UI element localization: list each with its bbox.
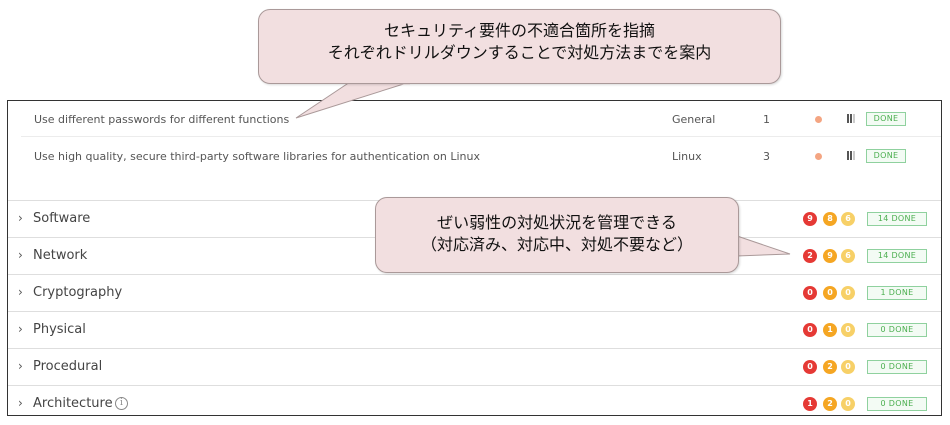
medium-count-badge: 0 (841, 397, 855, 411)
high-count-badge: 9 (823, 249, 837, 263)
category-row-cryptography[interactable]: › Cryptography 0 0 0 1 DONE (8, 274, 941, 311)
requirement-text: Use high quality, secure third-party sof… (34, 150, 480, 163)
severity-dot-icon (815, 153, 822, 160)
chevron-right-icon[interactable]: › (18, 285, 23, 299)
severity-dot-icon (815, 116, 822, 123)
callout-line: それぞれドリルダウンすることで対処方法までを案内 (327, 43, 712, 62)
critical-count-badge: 1 (803, 397, 817, 411)
annotation-callout-top: セキュリティ要件の不適合箇所を指摘 それぞれドリルダウンすることで対処方法までを… (258, 9, 781, 84)
medium-count-badge: 6 (841, 249, 855, 263)
chevron-right-icon[interactable]: › (18, 211, 23, 225)
chevron-right-icon[interactable]: › (18, 396, 23, 410)
requirement-row[interactable]: Use different passwords for different fu… (21, 101, 941, 137)
requirement-count: 1 (763, 113, 770, 126)
high-count-badge: 2 (823, 360, 837, 374)
category-row-architecture[interactable]: › Architecture i 1 2 0 0 DONE (8, 385, 941, 415)
info-icon[interactable]: i (115, 397, 128, 410)
done-count-badge: 14 DONE (867, 212, 927, 226)
signal-bars-icon (847, 114, 857, 123)
done-count-badge: 0 DONE (867, 397, 927, 411)
requirement-row[interactable]: Use high quality, secure third-party sof… (21, 138, 941, 174)
status-badge: DONE (866, 149, 906, 163)
category-label: Architecture (33, 396, 113, 411)
requirement-category: Linux (672, 150, 702, 163)
done-count-badge: 0 DONE (867, 323, 927, 337)
callout-line: ぜい弱性の対処状況を管理できる (437, 213, 677, 232)
medium-count-badge: 0 (841, 286, 855, 300)
signal-bars-icon (847, 151, 857, 160)
medium-count-badge: 0 (841, 323, 855, 337)
high-count-badge: 2 (823, 397, 837, 411)
category-label: Cryptography (33, 285, 123, 300)
chevron-right-icon[interactable]: › (18, 359, 23, 373)
requirement-category: General (672, 113, 716, 126)
high-count-badge: 8 (823, 212, 837, 226)
category-label: Software (33, 211, 91, 226)
critical-count-badge: 9 (803, 212, 817, 226)
requirement-count: 3 (763, 150, 770, 163)
done-count-badge: 1 DONE (867, 286, 927, 300)
category-label: Physical (33, 322, 86, 337)
critical-count-badge: 0 (803, 323, 817, 337)
category-label: Procedural (33, 359, 103, 374)
medium-count-badge: 0 (841, 360, 855, 374)
critical-count-badge: 2 (803, 249, 817, 263)
status-badge: DONE (866, 112, 906, 126)
callout-line: （対応済み、対応中、対処不要など） (420, 235, 693, 254)
category-row-physical[interactable]: › Physical 0 1 0 0 DONE (8, 311, 941, 348)
chevron-right-icon[interactable]: › (18, 248, 23, 262)
done-count-badge: 14 DONE (867, 249, 927, 263)
high-count-badge: 0 (823, 286, 837, 300)
category-row-procedural[interactable]: › Procedural 0 2 0 0 DONE (8, 348, 941, 385)
requirement-text: Use different passwords for different fu… (34, 113, 290, 126)
high-count-badge: 1 (823, 323, 837, 337)
annotation-callout-middle: ぜい弱性の対処状況を管理できる （対応済み、対応中、対処不要など） (375, 197, 739, 273)
medium-count-badge: 6 (841, 212, 855, 226)
critical-count-badge: 0 (803, 286, 817, 300)
category-label: Network (33, 248, 88, 263)
chevron-right-icon[interactable]: › (18, 322, 23, 336)
callout-line: セキュリティ要件の不適合箇所を指摘 (383, 21, 656, 40)
critical-count-badge: 0 (803, 360, 817, 374)
done-count-badge: 0 DONE (867, 360, 927, 374)
